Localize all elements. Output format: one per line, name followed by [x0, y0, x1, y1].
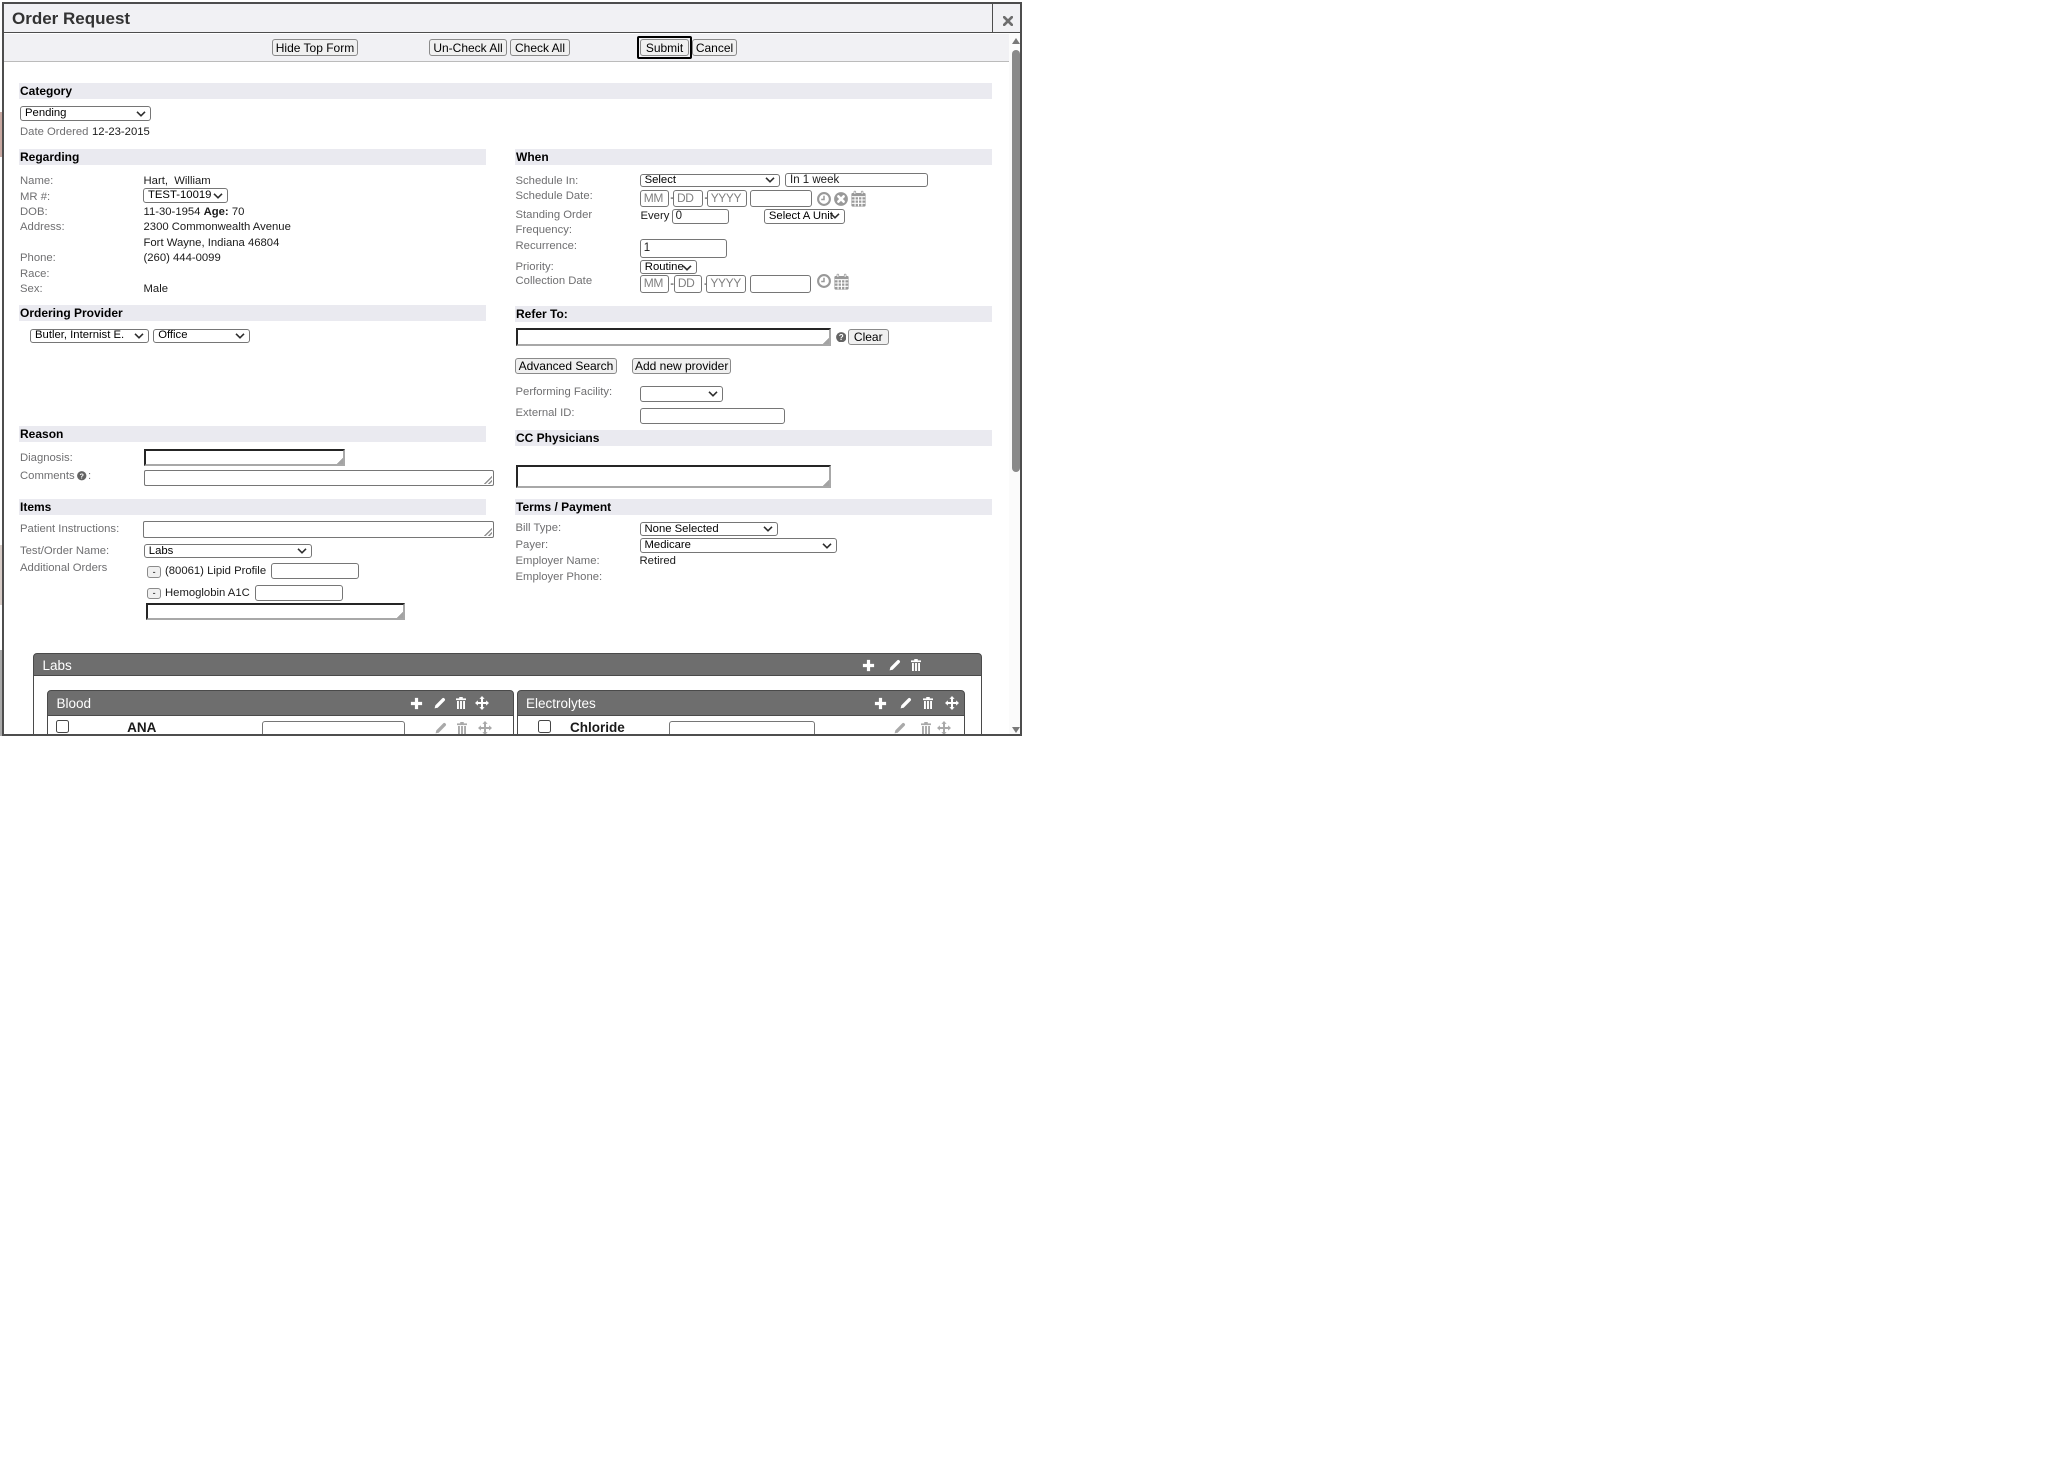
svg-text:?: ?: [80, 471, 85, 480]
svg-text:?: ?: [838, 333, 843, 342]
